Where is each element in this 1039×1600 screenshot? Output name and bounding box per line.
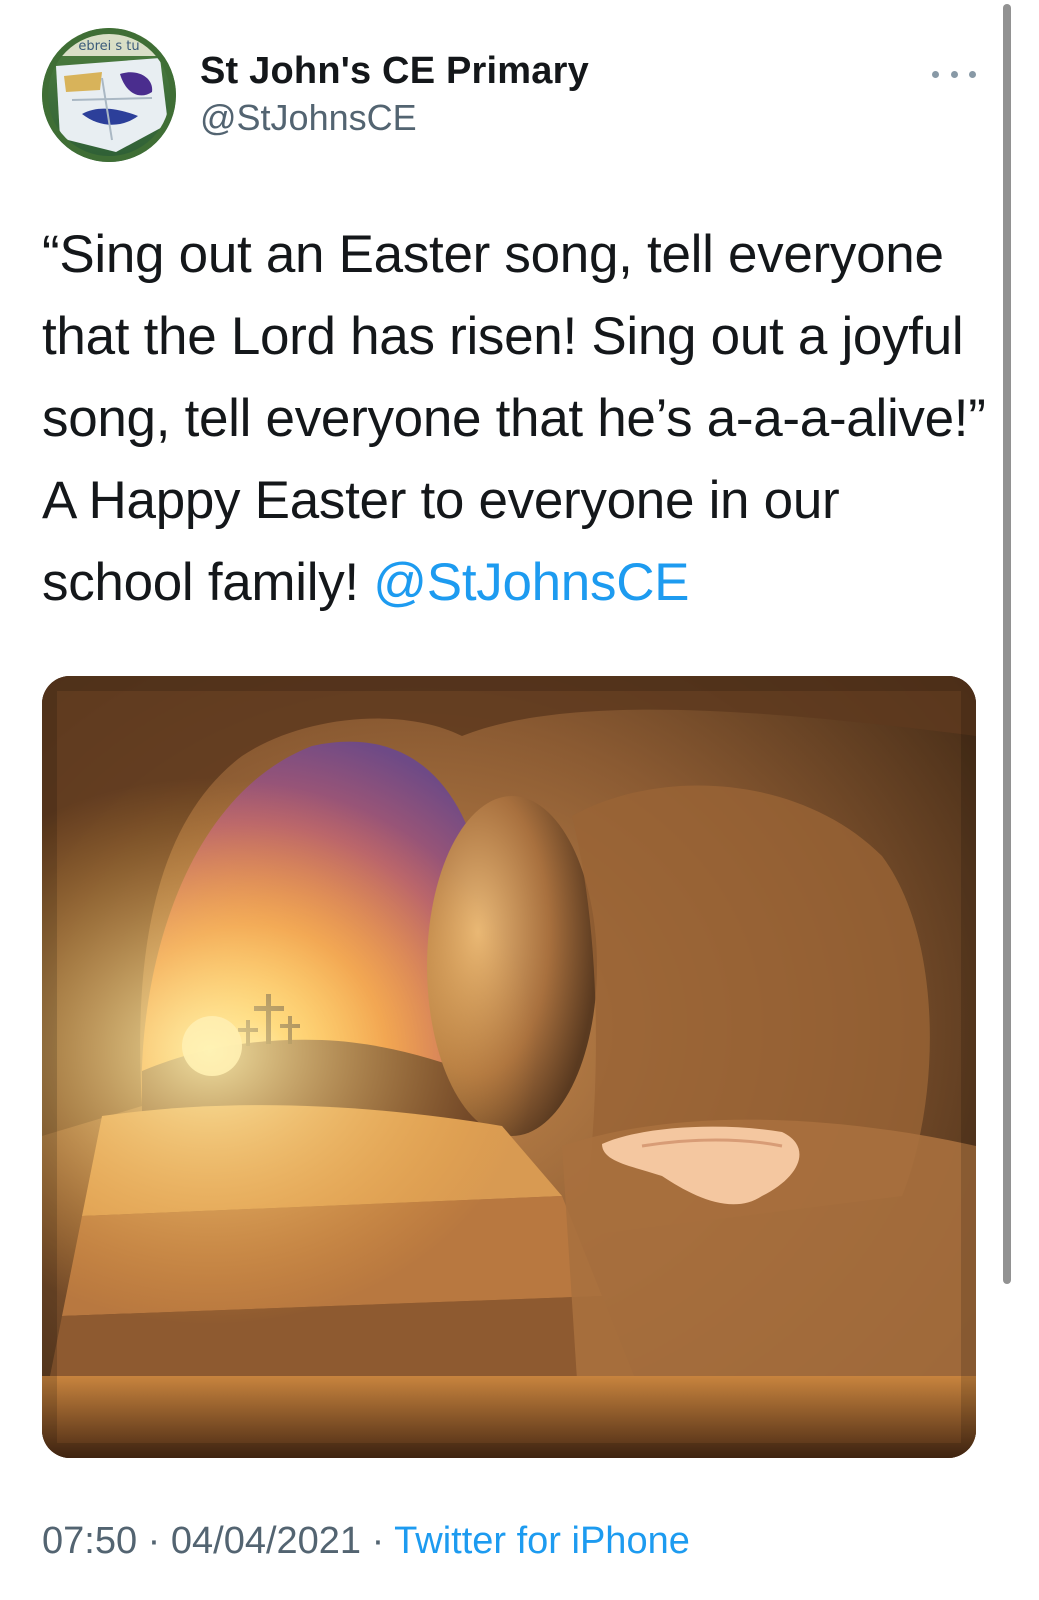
- meta-separator: ·: [361, 1520, 395, 1562]
- tweet-source-link[interactable]: Twitter for iPhone: [394, 1520, 690, 1562]
- scrollbar[interactable]: [1003, 4, 1011, 1284]
- meta-separator: ·: [137, 1520, 171, 1562]
- tomb-image: [42, 676, 976, 1458]
- avatar-lettering: ebrei s tu: [78, 39, 139, 54]
- tweet-time: 07:50: [42, 1520, 138, 1562]
- tweet-header: ebrei s tu St John's CE Primary @StJohns…: [42, 28, 982, 168]
- user-handle[interactable]: @StJohnsCE: [200, 96, 589, 140]
- more-horizontal-icon[interactable]: [932, 64, 976, 84]
- tweet-image[interactable]: [42, 676, 976, 1458]
- mention-link[interactable]: @StJohnsCE: [373, 553, 689, 612]
- tweet-meta: 07:50 · 04/04/2021 · Twitter for iPhone: [42, 1518, 690, 1564]
- tweet-date: 04/04/2021: [170, 1520, 362, 1562]
- tweet-text: “Sing out an Easter song, tell everyone …: [42, 214, 992, 624]
- author-names: St John's CE Primary @StJohnsCE: [200, 48, 589, 140]
- avatar[interactable]: ebrei s tu: [42, 28, 176, 162]
- display-name[interactable]: St John's CE Primary: [200, 48, 589, 94]
